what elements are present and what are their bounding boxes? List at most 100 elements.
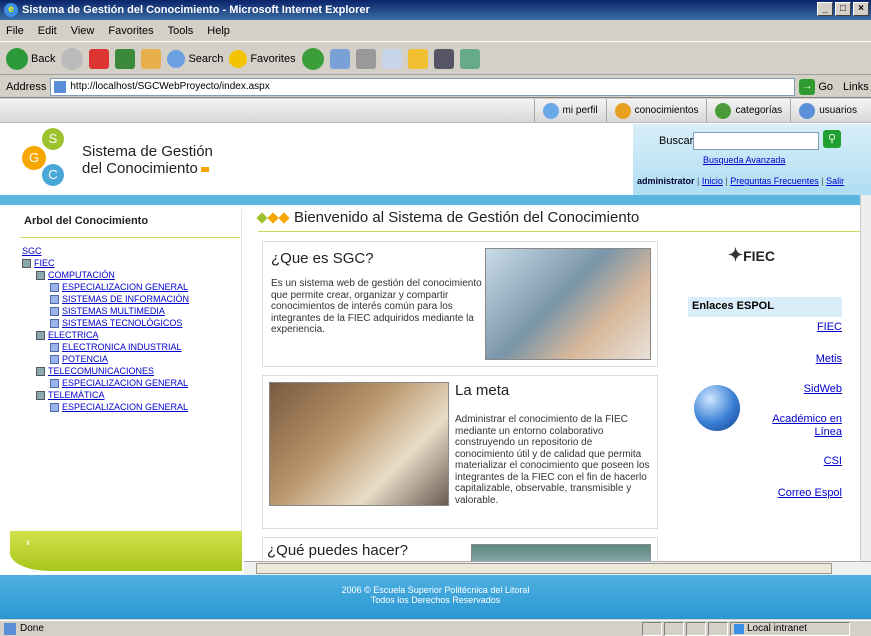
mail-icon[interactable]	[329, 48, 350, 69]
knowledge-icon	[614, 102, 631, 119]
menu-edit[interactable]: Edit	[38, 25, 57, 37]
tree-title: Arbol del Conocimiento	[24, 215, 149, 227]
search-submit-button[interactable]: ⚲	[823, 130, 841, 148]
tree-node[interactable]: ELECTRONICA INDUSTRIAL	[62, 341, 182, 353]
back-button[interactable]: Back	[6, 47, 56, 70]
menu-tools[interactable]: Tools	[168, 25, 194, 37]
vertical-scrollbar[interactable]	[860, 195, 871, 573]
document-icon	[50, 402, 59, 412]
status-bar: Done Local intranet	[0, 620, 871, 636]
main-content: Bienvenido al Sistema de Gestión del Con…	[250, 205, 860, 575]
site-title: Sistema de Gestión del Conocimiento	[82, 143, 213, 177]
nav-categorias[interactable]: categorías	[706, 99, 790, 123]
refresh-icon[interactable]	[115, 48, 136, 69]
nav-conocimientos[interactable]: conocimientos	[605, 99, 707, 123]
nav-label: conocimientos	[634, 105, 699, 116]
stop-icon[interactable]	[89, 48, 110, 69]
users-icon	[799, 102, 816, 119]
student-photo	[485, 248, 651, 360]
minimize-button[interactable]: _	[817, 2, 833, 16]
link-correo-espol[interactable]: Correo Espol	[778, 487, 842, 500]
link-sidweb[interactable]: SidWeb	[804, 383, 842, 396]
students-photo	[269, 382, 449, 506]
espol-links-panel: Enlaces ESPOL FIEC Metis SidWeb Académic…	[688, 297, 842, 517]
link-fiec[interactable]: FIEC	[817, 321, 842, 334]
tree-node[interactable]: SISTEMAS MULTIMEDIA	[62, 305, 165, 317]
document-icon	[50, 354, 59, 364]
tree-node[interactable]: ELECTRICA	[48, 329, 99, 341]
tree-node[interactable]: SISTEMAS TECNOLÓGICOS	[62, 317, 182, 329]
tree-node[interactable]: COMPUTACIÓN	[48, 269, 115, 281]
intranet-icon	[734, 623, 744, 634]
horizontal-scrollbar[interactable]	[244, 561, 871, 575]
logo-g: G	[22, 146, 46, 170]
tree-node[interactable]: TELECOMUNICACIONES	[48, 365, 154, 377]
search-input[interactable]	[693, 132, 819, 150]
box-text: Es un sistema web de gestión del conocim…	[271, 278, 482, 335]
research-icon[interactable]	[433, 48, 454, 69]
fiec-logo[interactable]: ✦FIEC	[728, 245, 775, 266]
folder-icon[interactable]	[407, 48, 428, 69]
document-icon	[50, 282, 59, 292]
tree-node[interactable]: POTENCIA	[62, 353, 108, 365]
diamond-icon	[267, 212, 279, 224]
welcome-text: Bienvenido al Sistema de Gestión del Con…	[294, 209, 640, 226]
knowledge-tree-panel: Arbol del Conocimiento SGC FIEC COMPUTAC…	[10, 209, 242, 571]
menu-favorites[interactable]: Favorites	[108, 25, 153, 37]
menu-file[interactable]: File	[6, 25, 24, 37]
tree-node[interactable]: ESPECIALIZACION GENERAL	[62, 281, 188, 293]
document-icon	[50, 306, 59, 316]
forward-arrow-icon[interactable]	[61, 47, 84, 70]
home-icon[interactable]	[141, 48, 162, 69]
maximize-button[interactable]: □	[835, 2, 851, 16]
messenger-icon[interactable]	[459, 48, 480, 69]
ie-logo-icon: e	[4, 3, 18, 17]
diamond-icon	[256, 212, 268, 224]
status-panel	[686, 621, 706, 636]
tree-node[interactable]: FIEC	[34, 257, 55, 269]
web-page: mi perfil conocimientos categorías usuar…	[0, 99, 871, 619]
site-title-line2: del Conocimiento	[82, 160, 198, 177]
link-academico[interactable]: Académico en Línea	[752, 413, 842, 439]
box-title: ¿Que es SGC?	[271, 250, 374, 267]
book-icon	[36, 366, 45, 376]
link-salir[interactable]: Salir	[826, 176, 844, 186]
back-label: Back	[31, 52, 56, 65]
favorites-button[interactable]: Favorites	[229, 49, 296, 68]
tree-node[interactable]: TELEMÁTICA	[48, 389, 105, 401]
tree-node[interactable]: ESPECIALIZACION GENERAL	[62, 377, 188, 389]
status-panel	[664, 621, 684, 636]
links-toolbar[interactable]: Links	[843, 81, 869, 93]
fiec-mark-icon: ✦	[728, 245, 744, 265]
nav-usuarios[interactable]: usuarios	[790, 99, 865, 123]
menu-view[interactable]: View	[71, 25, 95, 37]
site-logo[interactable]: S G C Sistema de Gestión del Conocimient…	[14, 128, 214, 188]
tree-root[interactable]: SGC	[22, 245, 42, 257]
document-icon	[50, 294, 59, 304]
document-icon	[50, 318, 59, 328]
link-csi[interactable]: CSI	[824, 455, 842, 468]
favorites-label: Favorites	[250, 52, 296, 65]
history-icon[interactable]	[301, 47, 324, 70]
address-label: Address	[6, 80, 47, 93]
espol-links-title: Enlaces ESPOL	[688, 297, 842, 317]
scroll-thumb[interactable]	[256, 563, 832, 574]
edit-icon[interactable]	[381, 48, 402, 69]
nav-label: mi perfil	[562, 105, 598, 116]
close-button[interactable]: ×	[853, 2, 869, 16]
address-input[interactable]: http://localhost/SGCWebProyecto/index.as…	[50, 77, 796, 96]
browser-toolbar: Back Search Favorites	[0, 43, 871, 75]
star-icon	[229, 49, 248, 68]
link-preguntas-frecuentes[interactable]: Preguntas Frecuentes	[730, 176, 819, 186]
print-icon[interactable]	[355, 48, 376, 69]
go-button[interactable]: → Go	[799, 78, 833, 95]
link-metis[interactable]: Metis	[816, 353, 842, 366]
tree-node[interactable]: SISTEMAS DE INFORMACIÓN	[62, 293, 189, 305]
search-button[interactable]: Search	[167, 49, 223, 68]
advanced-search-link[interactable]: Busqueda Avanzada	[703, 155, 785, 165]
menu-help[interactable]: Help	[207, 25, 230, 37]
nav-mi-perfil[interactable]: mi perfil	[533, 99, 606, 123]
tree-node[interactable]: ESPECIALIZACION GENERAL	[62, 401, 188, 413]
link-inicio[interactable]: Inicio	[702, 176, 723, 186]
footer-copyright: 2006 © Escuela Superior Politécnica del …	[341, 585, 530, 595]
